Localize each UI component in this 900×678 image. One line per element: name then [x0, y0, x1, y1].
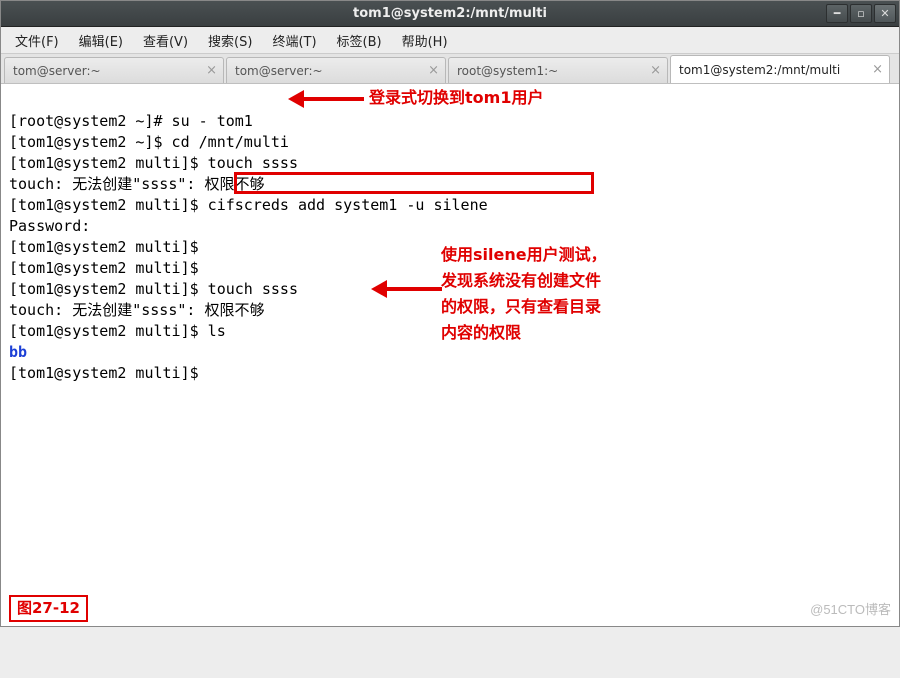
- terminal-line-ls-output: bb: [9, 343, 27, 361]
- menu-search[interactable]: 搜索(S): [200, 28, 260, 53]
- titlebar: tom1@system2:/mnt/multi ━ ▫ ✕: [1, 1, 899, 27]
- annotation-text-block: 使用silene用户测试， 发现系统没有创建文件 的权限，只有查看目录 内容的权…: [441, 242, 607, 346]
- terminal-line: [tom1@system2 ~]$ cd /mnt/multi: [9, 133, 289, 151]
- terminal-line: [tom1@system2 multi]$ cifscreds add syst…: [9, 196, 488, 214]
- annotation-block-line: 使用silene用户测试，: [441, 242, 607, 268]
- figure-label: 图27-12: [9, 595, 88, 622]
- tab-1[interactable]: tom@server:~ ×: [226, 57, 446, 83]
- terminal-line: touch: 无法创建"ssss": 权限不够: [9, 175, 264, 193]
- menu-help[interactable]: 帮助(H): [394, 28, 456, 53]
- tab-bar: tom@server:~ × tom@server:~ × root@syste…: [1, 54, 899, 84]
- close-button[interactable]: ✕: [874, 4, 896, 23]
- terminal-line: [tom1@system2 multi]$: [9, 364, 208, 382]
- tab-label: tom1@system2:/mnt/multi: [679, 63, 840, 77]
- menu-terminal[interactable]: 终端(T): [264, 28, 324, 53]
- menu-edit[interactable]: 编辑(E): [71, 28, 131, 53]
- terminal-line: Password:: [9, 217, 90, 235]
- terminal-line: [tom1@system2 multi]$ touch ssss: [9, 154, 298, 172]
- menu-tabs[interactable]: 标签(B): [329, 28, 390, 53]
- terminal-line: [tom1@system2 multi]$ touch ssss: [9, 280, 298, 298]
- close-icon[interactable]: ×: [872, 63, 883, 76]
- annotation-arrow-1: [288, 90, 364, 108]
- maximize-button[interactable]: ▫: [850, 4, 872, 23]
- tab-0[interactable]: tom@server:~ ×: [4, 57, 224, 83]
- terminal-viewport[interactable]: [root@system2 ~]# su - tom1 [tom1@system…: [1, 84, 899, 626]
- close-icon[interactable]: ×: [428, 64, 439, 77]
- annotation-arrow-2: [371, 280, 442, 298]
- minimize-button[interactable]: ━: [826, 4, 848, 23]
- close-icon[interactable]: ×: [206, 64, 217, 77]
- tab-label: root@system1:~: [457, 64, 558, 78]
- tab-2[interactable]: root@system1:~ ×: [448, 57, 668, 83]
- annotation-block-line: 内容的权限: [441, 320, 607, 346]
- terminal-line: [tom1@system2 multi]$: [9, 259, 208, 277]
- terminal-line: [tom1@system2 multi]$ ls: [9, 322, 226, 340]
- terminal-line: [root@system2 ~]# su - tom1: [9, 112, 253, 130]
- annotation-block-line: 发现系统没有创建文件: [441, 268, 607, 294]
- annotation-block-line: 的权限，只有查看目录: [441, 294, 607, 320]
- tab-3-active[interactable]: tom1@system2:/mnt/multi ×: [670, 55, 890, 83]
- window-title: tom1@system2:/mnt/multi: [353, 6, 547, 21]
- menu-view[interactable]: 查看(V): [135, 28, 196, 53]
- tab-label: tom@server:~: [235, 64, 323, 78]
- annotation-text-1: 登录式切换到tom1用户: [369, 87, 543, 108]
- watermark: @51CTO博客: [810, 599, 891, 620]
- menu-file[interactable]: 文件(F): [7, 28, 67, 53]
- window-controls: ━ ▫ ✕: [826, 4, 896, 23]
- annotation-box-cifscreds: [234, 172, 594, 194]
- menubar: 文件(F) 编辑(E) 查看(V) 搜索(S) 终端(T) 标签(B) 帮助(H…: [1, 27, 899, 54]
- terminal-line: touch: 无法创建"ssss": 权限不够: [9, 301, 264, 319]
- close-icon[interactable]: ×: [650, 64, 661, 77]
- tab-label: tom@server:~: [13, 64, 101, 78]
- terminal-line: [tom1@system2 multi]$: [9, 238, 208, 256]
